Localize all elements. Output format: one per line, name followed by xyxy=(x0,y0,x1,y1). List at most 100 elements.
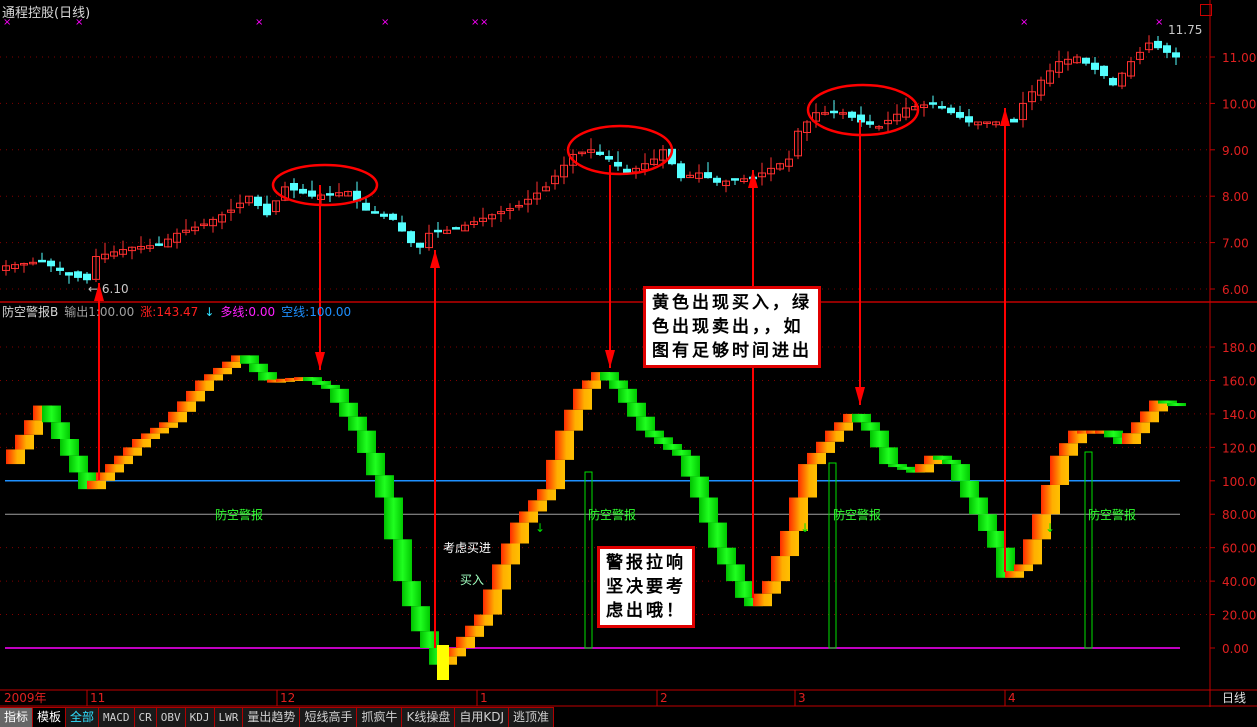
indicator-block-fall xyxy=(861,422,880,431)
indicator-block-fall xyxy=(321,384,340,389)
indicator-block-fall xyxy=(681,455,700,477)
indicator-block-fall xyxy=(411,606,430,632)
down-arrow-icon: ↓ xyxy=(204,305,215,319)
indicator-block-fall xyxy=(699,497,718,523)
candle-down xyxy=(371,211,379,214)
candlestick-series: × × × × × × × ×11.75← 6.10 xyxy=(2,17,1202,296)
indicator-block-rise xyxy=(582,380,601,389)
price-axis-label: 7.00 xyxy=(1222,237,1249,251)
signal-mark-icon: × xyxy=(381,17,389,28)
candle-down xyxy=(56,267,64,271)
tab-all[interactable]: 全部 xyxy=(66,707,100,727)
indicator-block-rise xyxy=(15,434,34,450)
tab-k-line-trading[interactable]: K线操盘 xyxy=(402,707,456,727)
indicator-block-rise xyxy=(762,581,781,594)
candle-down xyxy=(947,107,955,114)
indicator-block-fall xyxy=(249,363,268,373)
candle-down xyxy=(830,110,838,114)
arrowhead-icon xyxy=(1000,108,1010,126)
tab-short-term-master[interactable]: 短线高手 xyxy=(300,707,358,727)
candle-down xyxy=(416,242,424,248)
month-label: 3 xyxy=(798,691,806,705)
tab-kdj[interactable]: KDJ xyxy=(185,707,215,727)
indicator-block-fall xyxy=(690,476,709,498)
indicator-block-fall xyxy=(384,497,403,540)
indicator-block-fall xyxy=(402,581,421,607)
indicator-block-fall xyxy=(852,413,871,423)
month-label: 2 xyxy=(660,691,668,705)
candle-down xyxy=(713,177,721,183)
year-label: 2009年 xyxy=(4,691,47,705)
indicator-block-rise xyxy=(456,636,475,648)
tab-custom-kdj[interactable]: 自用KDJ xyxy=(455,707,509,727)
indicator-name: 防空警报B xyxy=(2,305,59,319)
indicator-block-fall xyxy=(879,447,898,465)
indicator-block-rise xyxy=(915,464,934,473)
candle-down xyxy=(155,243,163,246)
candle-down xyxy=(1091,62,1099,70)
indicator-block-rise xyxy=(798,464,817,498)
candle-down xyxy=(380,213,388,217)
note-line: 虑出哦！ xyxy=(606,601,686,621)
tab-top-escape[interactable]: 逃顶准 xyxy=(509,707,555,727)
candle-down xyxy=(1163,45,1171,53)
indicator-block-rise xyxy=(447,648,466,657)
indicator-block-fall xyxy=(240,355,259,364)
tab-indicator[interactable]: 指标 xyxy=(0,707,34,727)
tab-cr[interactable]: CR xyxy=(134,707,157,727)
alert-label: 防空警报 xyxy=(215,507,263,522)
indicator-block-fall xyxy=(654,437,673,445)
indicator-block-fall xyxy=(978,514,997,531)
note-line: 色出现卖出，，如 xyxy=(652,317,804,337)
candle-down xyxy=(362,202,370,211)
candle-down xyxy=(290,183,298,191)
tab-template[interactable]: 模板 xyxy=(33,707,67,727)
indicator-axis-label: 60.00 xyxy=(1222,542,1256,556)
indicator-block-fall xyxy=(726,564,745,582)
indicator-block-rise xyxy=(1140,411,1159,423)
indicator-block-fall xyxy=(1167,403,1186,407)
tab-volume-trend[interactable]: 量出趋势 xyxy=(243,707,301,727)
tab-obv[interactable]: OBV xyxy=(156,707,186,727)
alert-outline-bar xyxy=(584,471,593,649)
candle-down xyxy=(965,116,973,123)
indicator-axis-label: 120.00 xyxy=(1222,441,1257,455)
tab-catch-bull[interactable]: 抓疯牛 xyxy=(357,707,403,727)
indicator-block-rise xyxy=(492,564,511,590)
sell-arrow-icon: ↓ xyxy=(800,521,810,535)
note-line: 警报拉响 xyxy=(606,553,686,573)
indicator-block-fall xyxy=(735,581,754,598)
indicator-block-fall xyxy=(627,402,646,417)
signal-mark-icon: × xyxy=(471,17,479,28)
sell-arrow-icon: ↓ xyxy=(1045,521,1055,535)
candle-down xyxy=(614,161,622,167)
indicator-block-rise xyxy=(1059,443,1078,456)
indicator-block-rise xyxy=(483,589,502,615)
arrowhead-icon xyxy=(315,352,325,370)
period-label: 日线 xyxy=(1222,691,1246,705)
indicator-block-fall xyxy=(987,530,1006,548)
output-value: 输出1:00.00 xyxy=(64,305,135,319)
indicator-block-fall xyxy=(42,405,61,423)
indicator-block-fall xyxy=(870,430,889,448)
indicator-block-fall xyxy=(357,430,376,453)
indicator-block-fall xyxy=(888,464,907,468)
indicator-block-rise xyxy=(150,427,169,434)
signal-mark-icon: × xyxy=(255,17,263,28)
indicator-block-fall xyxy=(600,372,619,381)
candle-down xyxy=(83,273,91,281)
indicator-block-rise xyxy=(474,614,493,626)
restore-window-icon[interactable] xyxy=(1200,4,1212,16)
tab-macd[interactable]: MACD xyxy=(99,707,135,727)
candle-down xyxy=(263,203,271,216)
indicator-block-fall xyxy=(897,466,916,470)
signal-mark-icon: × xyxy=(1020,17,1028,28)
arrowhead-icon xyxy=(605,350,615,368)
tab-lwr[interactable]: LWR xyxy=(214,707,244,727)
indicator-block-rise xyxy=(546,459,565,490)
indicator-block-fall xyxy=(951,464,970,481)
candle-down xyxy=(1100,65,1108,77)
indicator-block-fall xyxy=(708,522,727,548)
candle-down xyxy=(452,227,460,230)
indicator-block-fall xyxy=(303,377,322,382)
